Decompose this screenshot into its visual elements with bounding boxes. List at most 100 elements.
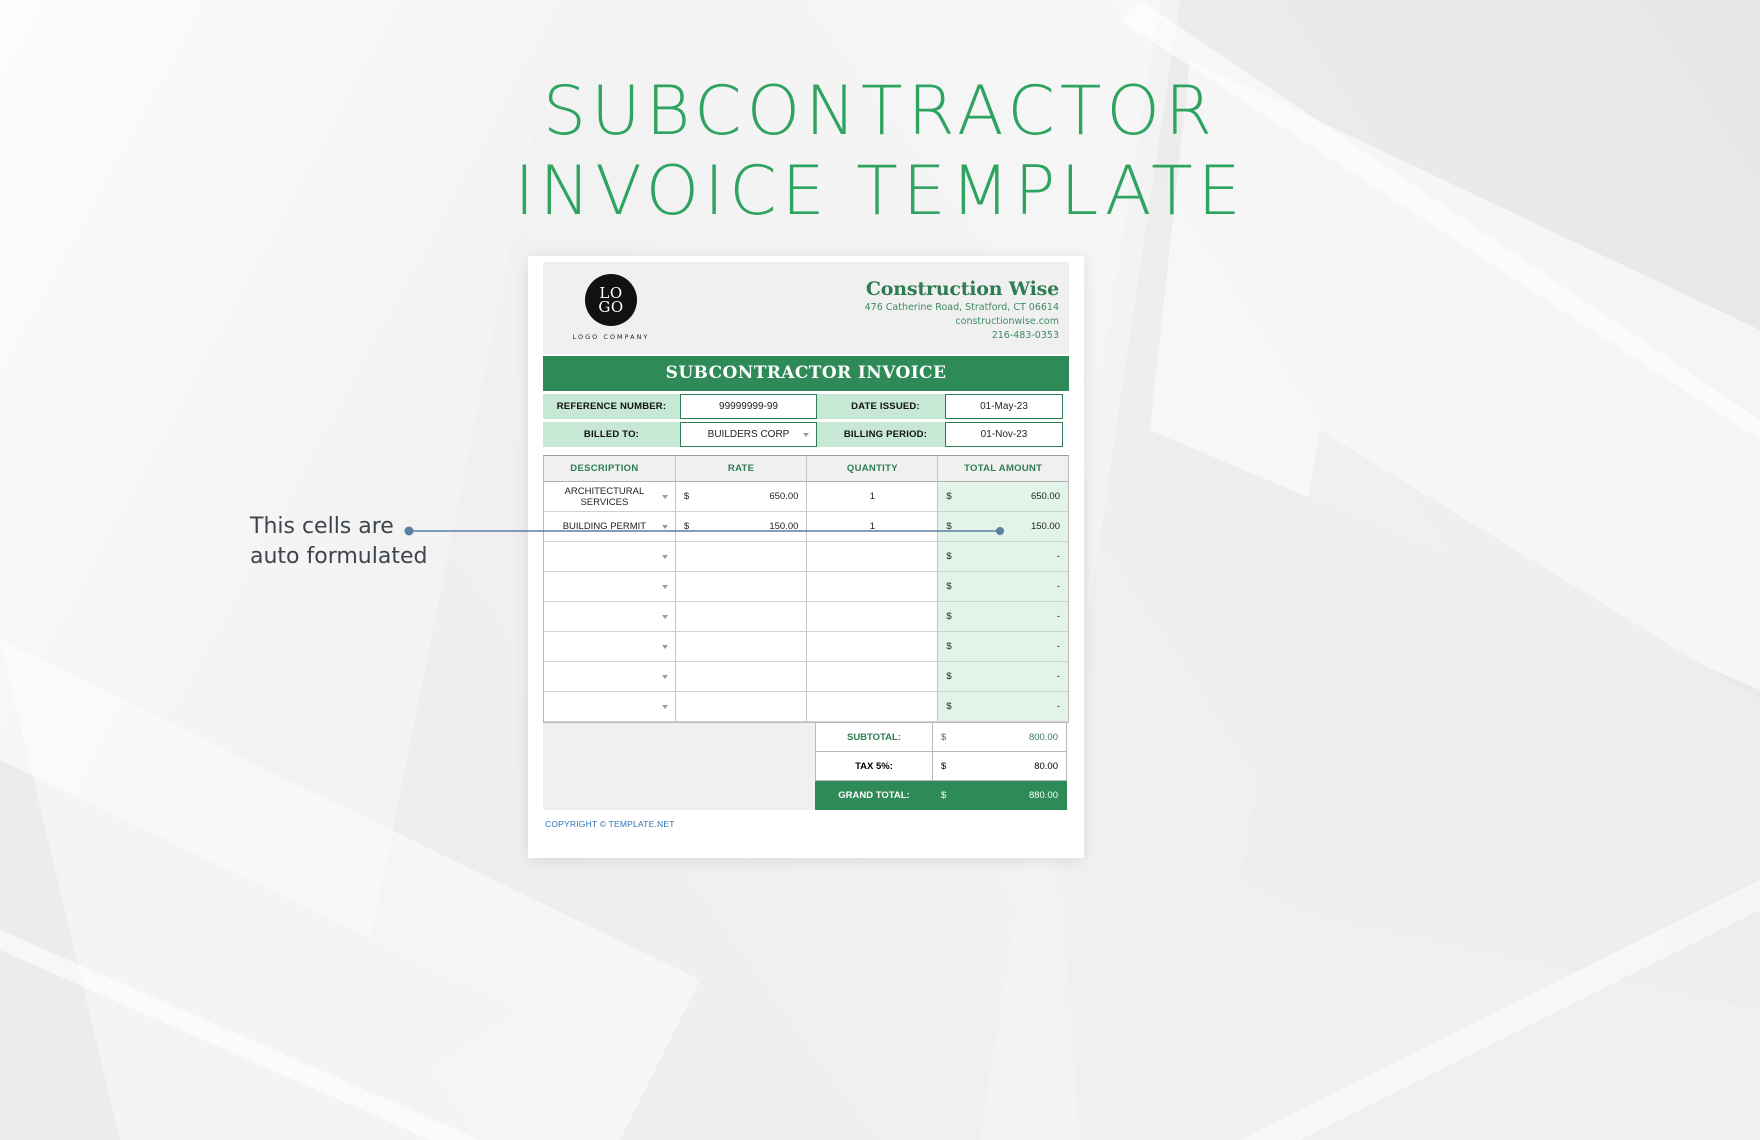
cell-description[interactable] (544, 692, 676, 722)
table-row: $ - (544, 632, 1068, 662)
date-issued-input[interactable]: 01-May-23 (945, 394, 1063, 419)
cell-rate[interactable] (675, 632, 808, 662)
table-row: $ - (544, 602, 1068, 632)
amount-value: - (1056, 581, 1060, 592)
totals-currency: $ (941, 731, 947, 743)
amount-currency: $ (946, 581, 952, 592)
chevron-down-icon (661, 584, 668, 589)
company-website[interactable]: constructionwise.com (865, 315, 1059, 328)
cell-quantity[interactable] (807, 572, 939, 602)
company-info: Construction Wise 476 Catherine Road, St… (865, 274, 1065, 342)
billed-to-label: BILLED TO: (543, 422, 680, 447)
totals-row: GRAND TOTAL: $880.00 (815, 781, 1067, 810)
cell-quantity[interactable] (807, 632, 939, 662)
cell-rate[interactable] (675, 602, 808, 632)
totals-label: TAX 5%: (815, 752, 933, 781)
annotation-line-2: auto formulated (250, 544, 428, 569)
amount-currency: $ (946, 671, 952, 682)
totals-value: $880.00 (933, 781, 1067, 810)
amount-currency: $ (946, 611, 952, 622)
logo: LO GO LOGO COMPANY (561, 274, 661, 341)
column-header-description: DESCRIPTION (544, 456, 676, 482)
chevron-down-icon (661, 554, 668, 559)
cell-quantity[interactable] (807, 692, 939, 722)
page-title: SUBCONTRACTOR INVOICE TEMPLATE (0, 72, 1760, 232)
cell-description[interactable] (544, 572, 676, 602)
amount-currency: $ (946, 701, 952, 712)
cell-rate[interactable] (675, 692, 808, 722)
info-row-billing: BILLED TO: BUILDERS CORP BILLING PERIOD:… (543, 422, 1069, 447)
cell-description[interactable] (544, 662, 676, 692)
amount-value: 150.00 (1030, 521, 1060, 532)
amount-currency: $ (946, 491, 952, 502)
copyright-notice[interactable]: COPYRIGHT © TEMPLATE.NET (543, 819, 1069, 829)
amount-currency: $ (946, 641, 952, 652)
table-row: ARCHITECTURAL SERVICES $650.00 1 $650.00 (544, 482, 1068, 512)
table-row: $ - (544, 572, 1068, 602)
cell-total-amount: $ - (938, 572, 1068, 602)
cell-total-amount: $ - (938, 692, 1068, 722)
amount-currency: $ (946, 551, 952, 562)
cell-total-amount: $650.00 (938, 482, 1068, 512)
rate-value: 650.00 (769, 491, 799, 502)
column-header-rate: RATE (675, 456, 808, 482)
company-phone: 216-483-0353 (991, 330, 1059, 341)
info-row-spacer (817, 422, 826, 447)
table-row: $ - (544, 542, 1068, 572)
invoice-header: LO GO LOGO COMPANY Construction Wise 476… (543, 262, 1069, 354)
cell-quantity[interactable] (807, 542, 939, 572)
date-issued-value: 01-May-23 (980, 401, 1028, 412)
cell-description[interactable]: ARCHITECTURAL SERVICES (544, 482, 676, 512)
invoice-document: LO GO LOGO COMPANY Construction Wise 476… (528, 256, 1084, 858)
page-title-line-2: INVOICE TEMPLATE (514, 152, 1246, 231)
chevron-down-icon (661, 494, 668, 499)
amount-value: 650.00 (1030, 491, 1060, 502)
chevron-down-icon (803, 432, 809, 437)
billed-to-dropdown[interactable]: BUILDERS CORP (680, 422, 817, 447)
page-title-line-1: SUBCONTRACTOR (542, 72, 1218, 151)
cell-description[interactable] (544, 542, 676, 572)
amount-value: - (1056, 701, 1060, 712)
totals-row: SUBTOTAL: $800.00 (815, 723, 1067, 752)
annotation-leader-line (404, 526, 1004, 536)
billing-period-input[interactable]: 01-Nov-23 (945, 422, 1063, 447)
cell-quantity[interactable] (807, 602, 939, 632)
cell-rate[interactable]: $650.00 (675, 482, 808, 512)
table-header-row: DESCRIPTION RATE QUANTITY TOTAL AMOUNT (544, 456, 1068, 482)
cell-total-amount: $ - (938, 662, 1068, 692)
table-row: $ - (544, 692, 1068, 722)
chevron-down-icon (661, 644, 668, 649)
totals-amount: 80.00 (1034, 760, 1058, 772)
amount-value: - (1056, 551, 1060, 562)
billed-to-value: BUILDERS CORP (707, 429, 790, 440)
totals-currency: $ (941, 760, 947, 772)
totals-currency: $ (941, 789, 947, 801)
company-address: 476 Catherine Road, Stratford, CT 06614 (864, 302, 1059, 313)
reference-number-input[interactable]: 99999999-99 (680, 394, 817, 419)
totals-label: GRAND TOTAL: (815, 781, 933, 810)
table-row: $ - (544, 662, 1068, 692)
cell-quantity[interactable]: 1 (807, 482, 939, 512)
totals-row: TAX 5%: $80.00 (815, 752, 1067, 781)
amount-value: - (1056, 611, 1060, 622)
logo-caption: LOGO COMPANY (572, 333, 650, 341)
cell-rate[interactable] (675, 662, 808, 692)
cell-quantity[interactable] (807, 662, 939, 692)
cell-total-amount: $ - (938, 602, 1068, 632)
chevron-down-icon (661, 704, 668, 709)
column-header-total-amount: TOTAL AMOUNT (938, 456, 1068, 482)
totals-empty-space (543, 723, 815, 810)
date-issued-label: DATE ISSUED: (826, 394, 945, 419)
cell-description[interactable] (544, 632, 676, 662)
column-header-quantity: QUANTITY (807, 456, 939, 482)
info-row-spacer (817, 394, 826, 419)
chevron-down-icon (661, 614, 668, 619)
cell-description[interactable] (544, 602, 676, 632)
totals-rows: SUBTOTAL: $800.00 TAX 5%: $80.00 GRAND TOTAL… (815, 723, 1067, 810)
billing-period-value: 01-Nov-23 (980, 429, 1028, 440)
cell-rate[interactable] (675, 572, 808, 602)
totals-amount: 880.00 (1028, 789, 1058, 801)
cell-rate[interactable] (675, 542, 808, 572)
annotation-text: This cells are auto formulated (250, 512, 427, 572)
invoice-banner: SUBCONTRACTOR INVOICE (543, 356, 1069, 391)
